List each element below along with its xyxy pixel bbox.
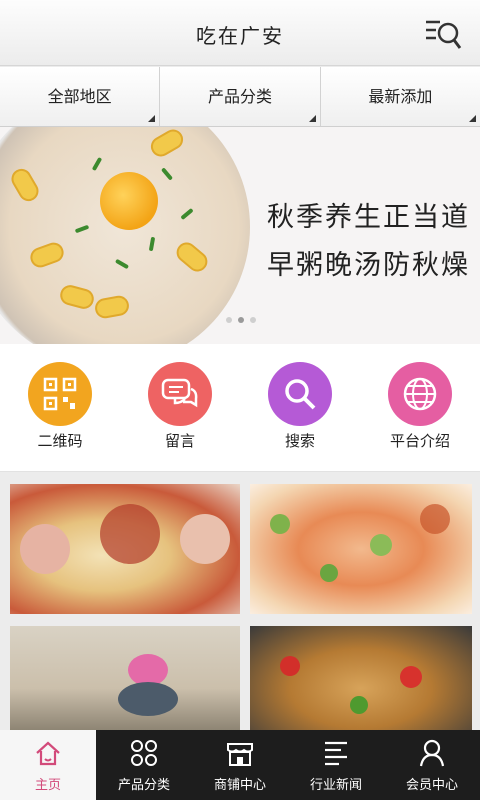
egg-yolk-image	[100, 172, 158, 230]
tab-label: 会员中心	[405, 778, 458, 793]
filter-region[interactable]: 全部地区	[0, 67, 161, 126]
page-title: 吃在广安	[196, 24, 284, 48]
home-icon	[36, 741, 60, 766]
dish-decoration	[118, 682, 178, 716]
carousel-dot-active[interactable]	[238, 317, 244, 323]
dish-decoration	[370, 534, 392, 556]
search-menu-icon[interactable]	[424, 16, 462, 52]
tab-label: 主页	[34, 778, 61, 793]
tab-label: 商铺中心	[213, 778, 266, 793]
dish-decoration	[350, 696, 368, 714]
quick-entry-label: 搜索	[284, 432, 315, 450]
filter-label: 产品分类	[207, 87, 272, 106]
filter-label: 最新添加	[368, 87, 433, 106]
bottom-tab-bar: 主页 产品分类 商铺中心 行业新闻 会员中心	[0, 730, 480, 800]
dish-decoration	[20, 524, 70, 574]
tab-member-center[interactable]: 会员中心	[384, 730, 480, 800]
store-icon	[227, 743, 253, 766]
product-image-flower-arrangement[interactable]	[10, 626, 240, 730]
carousel-dot[interactable]	[226, 317, 232, 323]
quick-entry-label: 留言	[164, 432, 195, 450]
filter-category[interactable]: 产品分类	[160, 67, 321, 126]
tab-product-category[interactable]: 产品分类	[96, 730, 192, 800]
filter-latest[interactable]: 最新添加	[321, 67, 480, 126]
dish-decoration	[100, 504, 160, 564]
dish-decoration	[180, 514, 230, 564]
dish-decoration	[420, 504, 450, 534]
dish-decoration	[320, 564, 338, 582]
banner-subline: 早粥晚汤防秋燥	[267, 250, 470, 281]
tab-store-center[interactable]: 商铺中心	[192, 730, 288, 800]
quick-entry-qr-code[interactable]: 二维码	[0, 344, 120, 471]
dropdown-corner-icon	[148, 115, 156, 122]
user-icon	[419, 739, 445, 767]
tab-label: 行业新闻	[309, 778, 362, 793]
search-icon	[268, 362, 332, 426]
dropdown-corner-icon	[308, 115, 316, 122]
product-image-tofu-dish[interactable]	[250, 484, 472, 614]
filter-label: 全部地区	[47, 87, 112, 106]
quick-entry-label: 平台介绍	[389, 432, 450, 450]
tab-home[interactable]: 主页	[0, 730, 96, 800]
qr-code-icon	[28, 362, 92, 426]
banner-headline: 秋季养生正当道	[267, 202, 470, 233]
product-image-ham-dish[interactable]	[10, 484, 240, 614]
dropdown-corner-icon	[468, 115, 476, 122]
quick-entry-search[interactable]: 搜索	[240, 344, 360, 471]
quick-entry-label: 二维码	[37, 432, 83, 450]
message-icon	[148, 362, 212, 426]
promo-banner[interactable]: 秋季养生正当道 早粥晚汤防秋燥	[0, 127, 480, 344]
quick-entry-platform-intro[interactable]: 平台介绍	[360, 344, 480, 471]
dish-decoration	[280, 656, 300, 676]
news-icon	[325, 741, 347, 766]
tab-industry-news[interactable]: 行业新闻	[288, 730, 384, 800]
quick-entry-row: 二维码 留言 搜索 平台介绍	[0, 344, 480, 472]
quick-entry-message[interactable]: 留言	[120, 344, 240, 471]
product-image-peanut-dish[interactable]	[250, 626, 472, 730]
tab-label: 产品分类	[117, 778, 170, 793]
dish-decoration	[400, 666, 422, 688]
grid-icon	[131, 740, 157, 766]
globe-icon	[388, 362, 452, 426]
filter-bar: 全部地区 产品分类 最新添加	[0, 67, 480, 127]
product-grid	[0, 472, 480, 730]
carousel-dot[interactable]	[250, 317, 256, 323]
carousel-indicator	[226, 317, 256, 323]
dish-decoration	[270, 514, 290, 534]
app-header: 吃在广安	[0, 0, 480, 66]
